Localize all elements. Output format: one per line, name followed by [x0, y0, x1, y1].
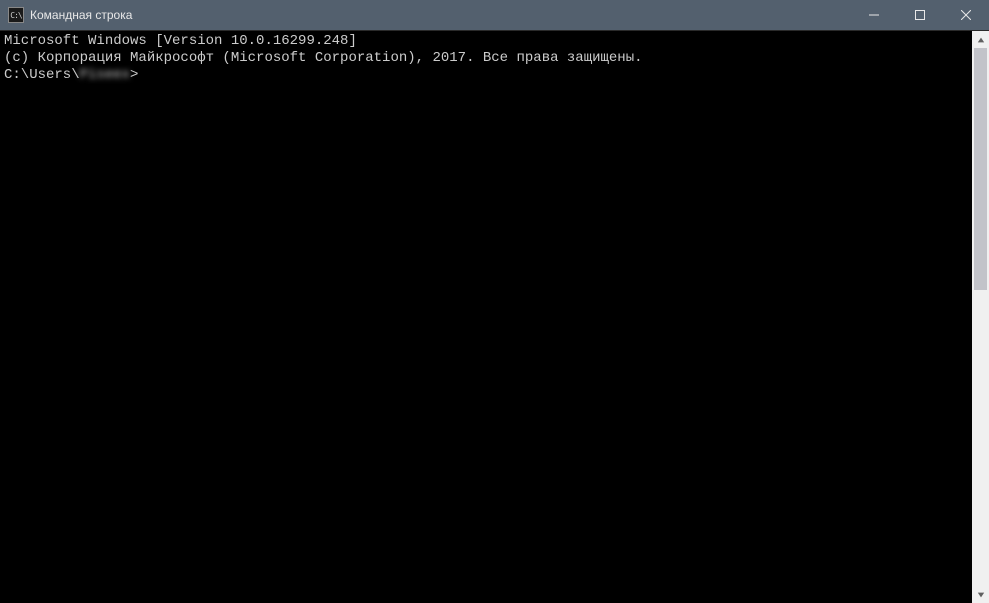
scroll-down-button[interactable]	[972, 586, 989, 603]
close-icon	[961, 10, 971, 20]
prompt-username: Piseex	[80, 67, 130, 84]
minimize-button[interactable]	[851, 0, 897, 30]
close-button[interactable]	[943, 0, 989, 30]
minimize-icon	[869, 10, 879, 20]
titlebar[interactable]: C:\ Командная строка	[0, 0, 989, 30]
maximize-button[interactable]	[897, 0, 943, 30]
scroll-track[interactable]	[972, 48, 989, 586]
command-prompt-window: C:\ Командная строка Microsoft Windows […	[0, 0, 989, 603]
app-icon-text: C:\	[10, 11, 21, 20]
chevron-down-icon	[977, 591, 985, 599]
prompt-prefix: C:\Users\	[4, 67, 80, 83]
terminal-prompt-line: C:\Users\Piseex>	[4, 67, 968, 84]
scroll-thumb[interactable]	[974, 48, 987, 290]
vertical-scrollbar[interactable]	[972, 31, 989, 603]
maximize-icon	[915, 10, 925, 20]
window-title: Командная строка	[30, 8, 132, 22]
terminal-line: (c) Корпорация Майкрософт (Microsoft Cor…	[4, 50, 968, 67]
app-icon: C:\	[8, 7, 24, 23]
chevron-up-icon	[977, 36, 985, 44]
client-area: Microsoft Windows [Version 10.0.16299.24…	[0, 30, 989, 603]
terminal-line: Microsoft Windows [Version 10.0.16299.24…	[4, 33, 968, 50]
terminal-output[interactable]: Microsoft Windows [Version 10.0.16299.24…	[0, 31, 972, 603]
scroll-up-button[interactable]	[972, 31, 989, 48]
prompt-suffix: >	[130, 67, 138, 83]
